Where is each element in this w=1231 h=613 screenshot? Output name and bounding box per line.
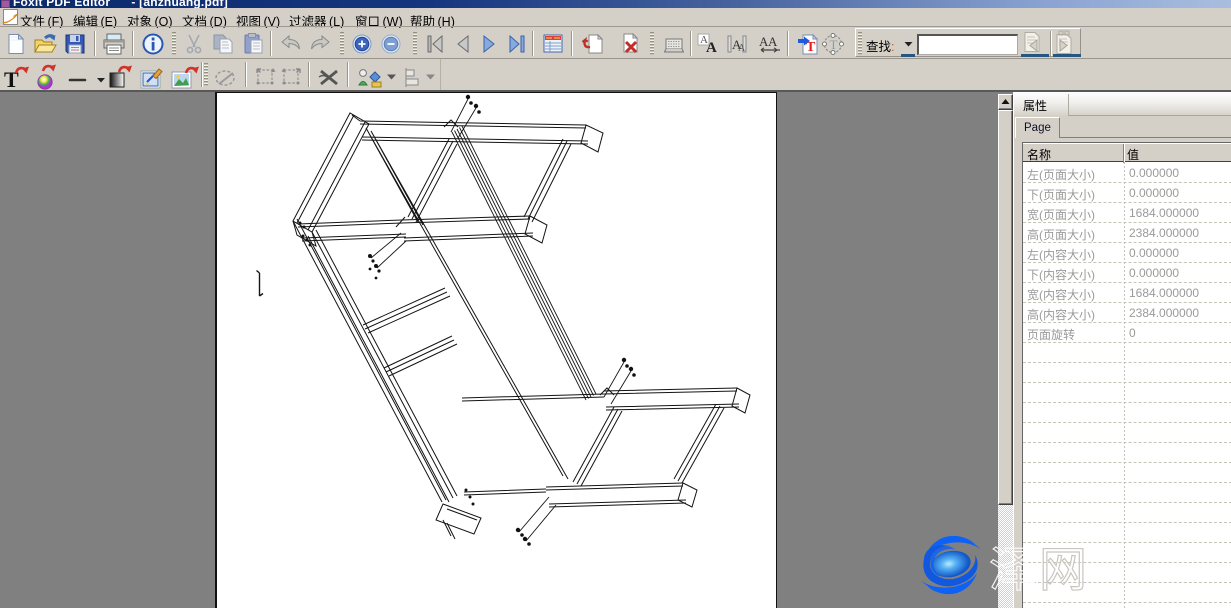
svg-text:A: A	[706, 40, 717, 56]
svg-text:A: A	[768, 34, 778, 49]
svg-text:A: A	[738, 43, 746, 54]
svg-text:T: T	[830, 37, 838, 52]
